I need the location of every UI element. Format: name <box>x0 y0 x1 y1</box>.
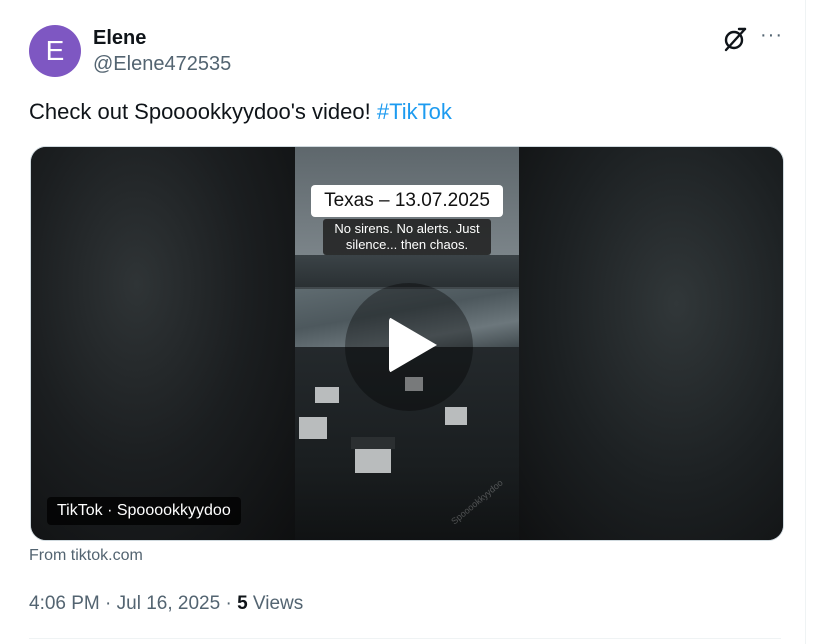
tweet-date[interactable]: Jul 16, 2025 <box>117 593 221 614</box>
play-icon[interactable] <box>389 317 437 373</box>
tweet-meta: 4:06 PM · Jul 16, 2025 · 5 Views <box>29 593 303 615</box>
video-subtitle: No sirens. No alerts. Just silence... th… <box>323 219 491 255</box>
tweet-time[interactable]: 4:06 PM <box>29 593 100 614</box>
source-badge: TikTok · Spooookkyydoo <box>47 497 241 525</box>
grok-icon[interactable] <box>722 26 748 52</box>
hashtag-link[interactable]: #TikTok <box>377 99 452 124</box>
meta-separator: · <box>99 593 117 614</box>
video-subtitle-line1: No sirens. No alerts. Just <box>334 221 480 236</box>
video-card[interactable]: Texas – 13.07.2025 No sirens. No alerts.… <box>30 146 784 541</box>
more-icon[interactable]: ··· <box>760 24 783 47</box>
video-blur-left <box>31 147 295 540</box>
video-title: Texas – 13.07.2025 <box>311 185 503 217</box>
tweet-body: Check out Spooookkyydoo's video! <box>29 99 377 124</box>
video-blur-right <box>517 147 783 540</box>
video-subtitle-line2: silence... then chaos. <box>345 237 469 252</box>
author-name[interactable]: Elene <box>93 27 146 50</box>
meta-separator: · <box>220 593 238 614</box>
divider <box>29 638 781 639</box>
author-handle[interactable]: @Elene472535 <box>93 53 231 76</box>
views-count: 5 <box>237 593 248 614</box>
views-label: Views <box>247 593 304 614</box>
card-source[interactable]: From tiktok.com <box>29 547 143 565</box>
tweet-card: E Elene @Elene472535 ··· Check out Spooo… <box>0 0 806 644</box>
avatar-letter: E <box>45 35 65 66</box>
tweet-text: Check out Spooookkyydoo's video! #TikTok <box>29 99 452 125</box>
avatar[interactable]: E <box>29 25 81 77</box>
